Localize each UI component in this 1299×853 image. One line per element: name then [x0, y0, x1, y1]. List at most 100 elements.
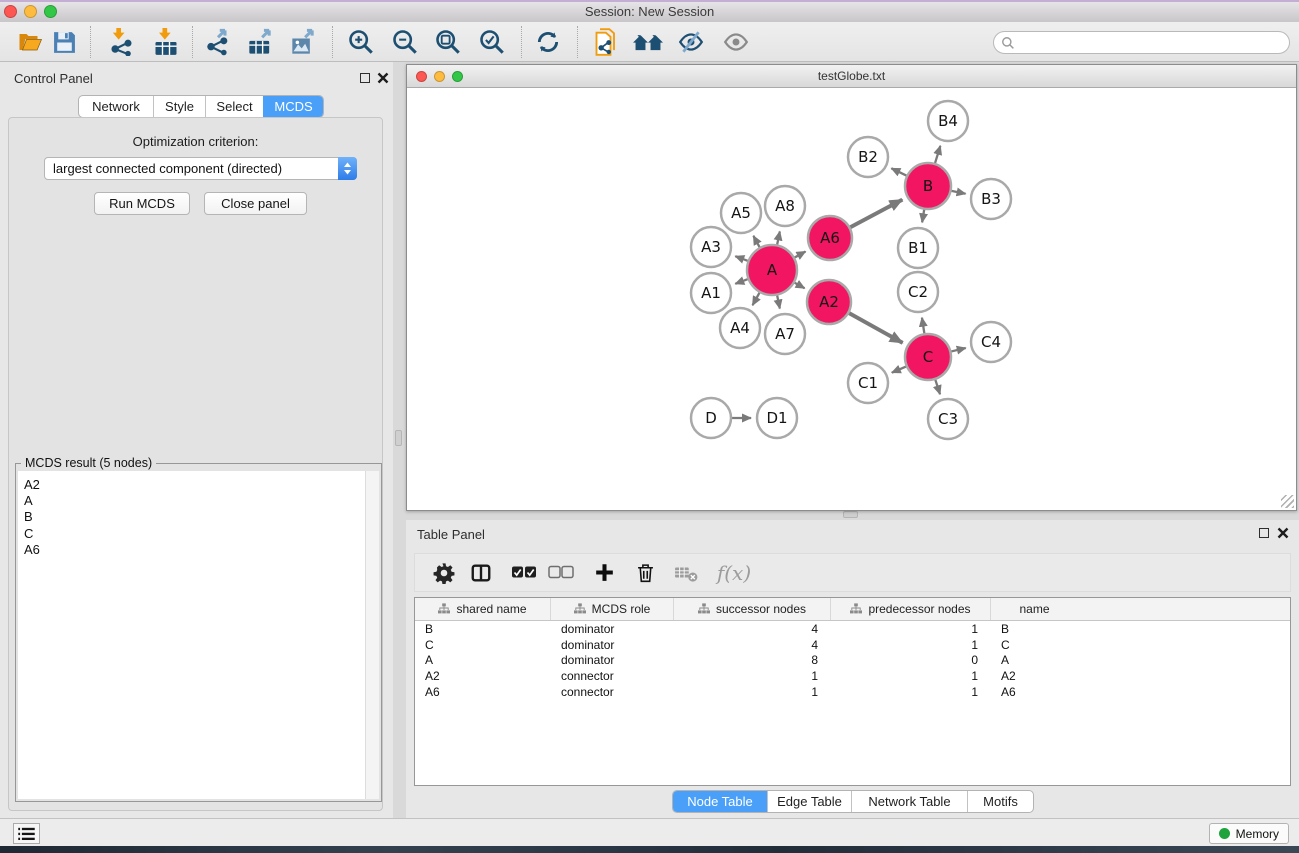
delete-column-button[interactable]: [628, 557, 662, 589]
graph-edge-A-A1[interactable]: [735, 279, 747, 284]
float-table-panel-icon[interactable]: [1259, 528, 1269, 538]
search-input[interactable]: [1019, 34, 1289, 52]
graph-edge-B-B2[interactable]: [891, 168, 906, 175]
graph-edge-B-B3[interactable]: [952, 191, 966, 194]
zoom-fit-button[interactable]: [431, 27, 465, 57]
search-box[interactable]: [993, 31, 1290, 54]
close-panel-icon[interactable]: [377, 71, 389, 85]
table-settings-button[interactable]: [427, 557, 461, 589]
delete-table-button[interactable]: [669, 557, 703, 589]
graph-edge-A-A8[interactable]: [777, 231, 780, 244]
graph-node-C[interactable]: C: [905, 334, 951, 380]
import-network-button[interactable]: [104, 27, 138, 57]
graph-edge-A-A4[interactable]: [753, 293, 760, 305]
graph-edge-A-A3[interactable]: [735, 256, 747, 261]
mcds-result-item[interactable]: A: [18, 493, 365, 509]
tab-motifs[interactable]: Motifs: [967, 791, 1033, 812]
tab-node-table[interactable]: Node Table: [673, 791, 767, 812]
graph-edge-A-A5[interactable]: [753, 236, 759, 247]
tab-mcds[interactable]: MCDS: [263, 96, 323, 117]
function-builder-button[interactable]: f(x): [712, 557, 756, 589]
new-network-from-selection-button[interactable]: [590, 27, 624, 57]
table-row[interactable]: B dominator 4 1 B: [415, 621, 1290, 637]
table-row[interactable]: A6 connector 1 1 A6: [415, 684, 1290, 700]
open-session-button[interactable]: [13, 27, 47, 57]
graph-node-C2[interactable]: C2: [898, 272, 938, 312]
window-resize-grip[interactable]: [1281, 495, 1294, 508]
graph-edge-A2-C[interactable]: [849, 313, 903, 343]
run-mcds-button[interactable]: Run MCDS: [94, 192, 190, 215]
graph-node-A3[interactable]: A3: [691, 227, 731, 267]
tab-style[interactable]: Style: [153, 96, 205, 117]
graph-node-A5[interactable]: A5: [721, 193, 761, 233]
column-visibility-button[interactable]: [464, 557, 498, 589]
table-row[interactable]: C dominator 4 1 C: [415, 637, 1290, 653]
graph-edge-A-A7[interactable]: [777, 295, 780, 308]
export-table-button[interactable]: [244, 27, 278, 57]
graph-node-B[interactable]: B: [905, 163, 951, 209]
mcds-result-item[interactable]: C: [18, 526, 365, 542]
vertical-splitter-grip[interactable]: [395, 430, 402, 446]
deselect-all-rows-button[interactable]: [544, 557, 578, 589]
mcds-result-item[interactable]: A6: [18, 542, 365, 558]
graph-edge-C-C1[interactable]: [892, 367, 906, 373]
graph-node-A8[interactable]: A8: [765, 186, 805, 226]
graph-node-A2[interactable]: A2: [807, 280, 851, 324]
graph-node-D1[interactable]: D1: [757, 398, 797, 438]
optimization-criterion-select[interactable]: largest connected component (directed): [44, 157, 357, 180]
zoom-in-button[interactable]: [344, 27, 378, 57]
table-row[interactable]: A2 connector 1 1 A2: [415, 668, 1290, 684]
tab-edge-table[interactable]: Edge Table: [767, 791, 851, 812]
show-panel-list-button[interactable]: [13, 823, 40, 844]
hide-selected-button[interactable]: [674, 27, 708, 57]
graph-node-B3[interactable]: B3: [971, 179, 1011, 219]
mcds-result-item[interactable]: A2: [18, 477, 365, 493]
graph-edge-B-B4[interactable]: [935, 146, 940, 163]
graph-node-A6[interactable]: A6: [808, 216, 852, 260]
close-table-panel-icon[interactable]: [1277, 526, 1289, 540]
column-header-predecessor-nodes[interactable]: predecessor nodes: [831, 598, 991, 620]
export-image-button[interactable]: [287, 27, 321, 57]
graph-node-A7[interactable]: A7: [765, 314, 805, 354]
graph-node-C1[interactable]: C1: [848, 363, 888, 403]
horizontal-splitter-grip[interactable]: [843, 511, 858, 518]
float-panel-icon[interactable]: [360, 73, 370, 83]
graph-edge-B-B1[interactable]: [922, 210, 924, 223]
show-all-button[interactable]: [719, 27, 753, 57]
graph-edge-A6-B[interactable]: [850, 200, 902, 228]
graph-node-B4[interactable]: B4: [928, 101, 968, 141]
cybrowser-home-button[interactable]: [631, 27, 665, 57]
column-header-name[interactable]: name: [991, 598, 1078, 620]
export-network-button[interactable]: [201, 27, 235, 57]
zoom-selected-button[interactable]: [475, 27, 509, 57]
save-session-button[interactable]: [47, 27, 81, 57]
tab-network-table[interactable]: Network Table: [851, 791, 967, 812]
column-header-shared-name[interactable]: shared name: [415, 598, 551, 620]
mcds-result-item[interactable]: B: [18, 509, 365, 525]
zoom-out-button[interactable]: [388, 27, 422, 57]
column-header-successor-nodes[interactable]: successor nodes: [674, 598, 831, 620]
select-all-rows-button[interactable]: [507, 557, 541, 589]
graph-node-D[interactable]: D: [691, 398, 731, 438]
graph-node-A[interactable]: A: [747, 245, 797, 295]
result-list-scrollbar[interactable]: [365, 471, 379, 799]
close-panel-button[interactable]: Close panel: [204, 192, 307, 215]
create-column-button[interactable]: [587, 557, 621, 589]
graph-node-C4[interactable]: C4: [971, 322, 1011, 362]
graph-node-B2[interactable]: B2: [848, 137, 888, 177]
memory-button[interactable]: Memory: [1209, 823, 1289, 844]
graph-edge-C-C3[interactable]: [935, 380, 940, 394]
graph-edge-A-A6[interactable]: [795, 252, 806, 258]
graph-edge-A-A2[interactable]: [795, 283, 805, 289]
import-table-button[interactable]: [149, 27, 183, 57]
tab-select[interactable]: Select: [205, 96, 263, 117]
graph-node-A1[interactable]: A1: [691, 273, 731, 313]
graph-node-B1[interactable]: B1: [898, 228, 938, 268]
network-canvas[interactable]: A A1 A2 A3 A4 A5 A6 A7 A8 B B1 B2 B3B4 C C1 C2 C3C4 D D1: [407, 88, 1296, 510]
graph-node-A4[interactable]: A4: [720, 308, 760, 348]
graph-edge-C-C2[interactable]: [922, 318, 924, 334]
graph-node-C3[interactable]: C3: [928, 399, 968, 439]
tab-network[interactable]: Network: [79, 96, 153, 117]
column-header-mcds-role[interactable]: MCDS role: [551, 598, 674, 620]
table-row[interactable]: A dominator 8 0 A: [415, 653, 1290, 669]
